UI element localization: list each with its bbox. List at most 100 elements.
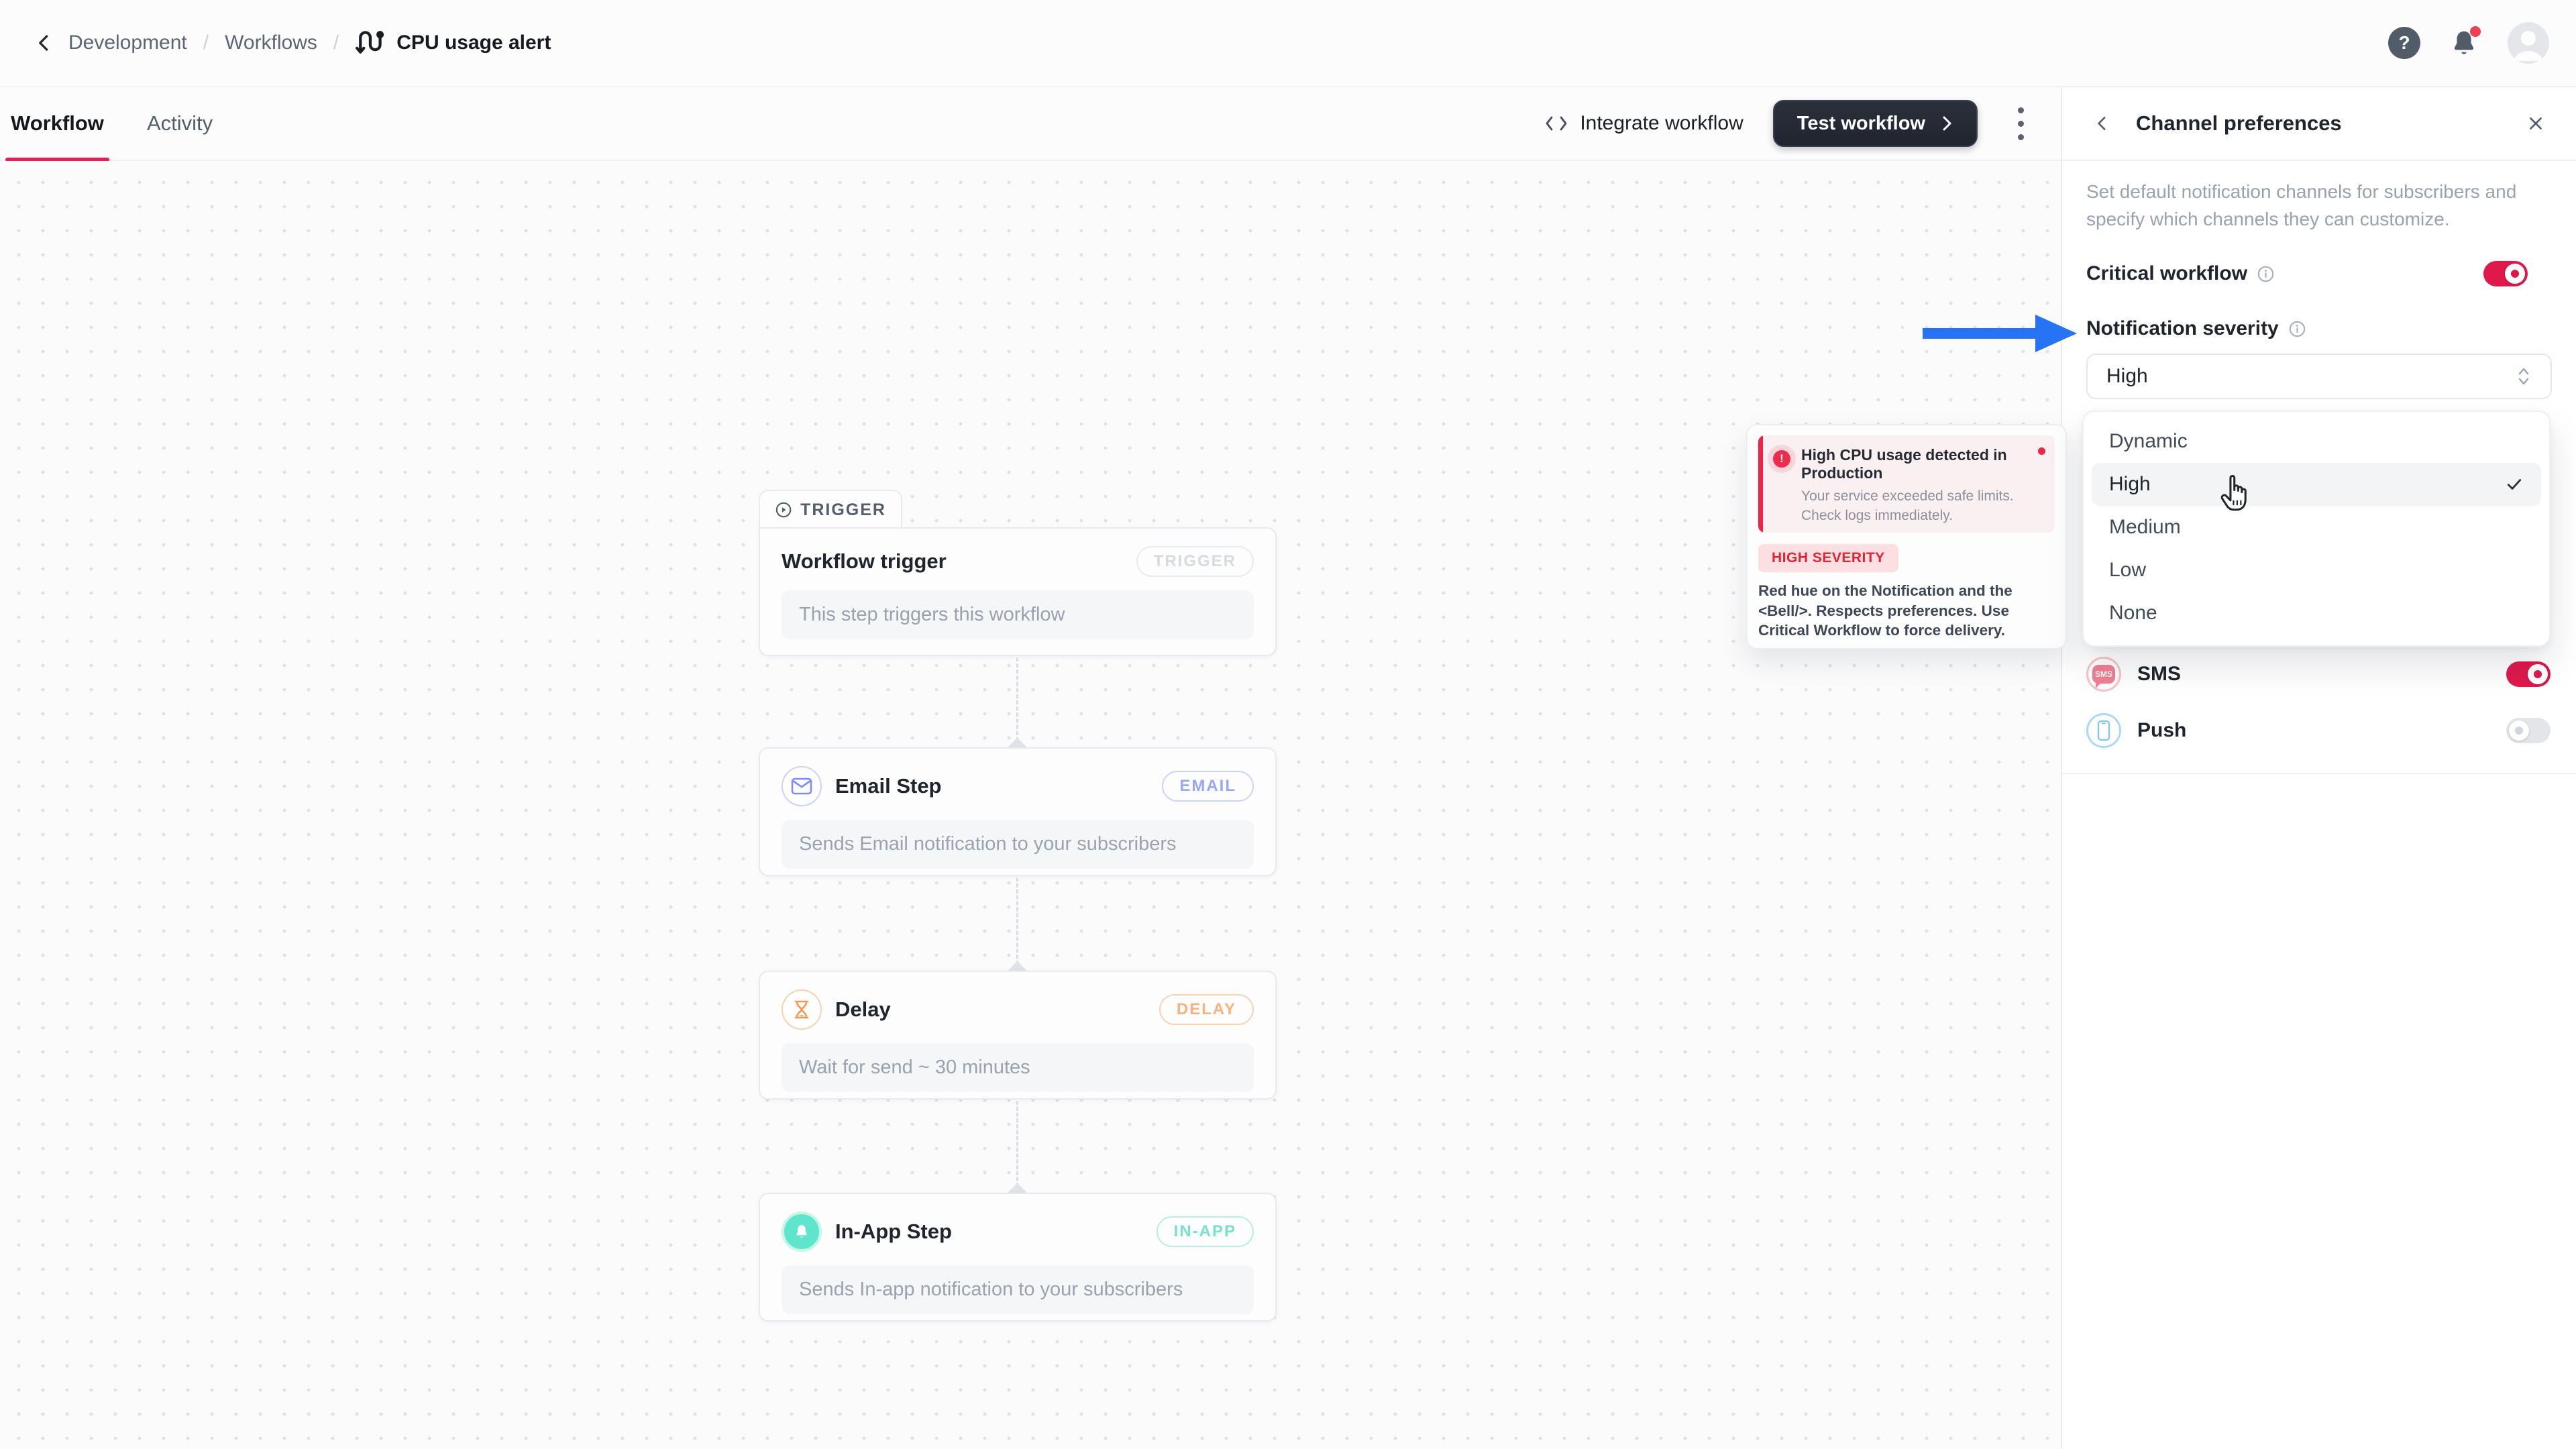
phone-icon [2097, 720, 2110, 741]
bell-icon [792, 1222, 811, 1241]
notifications-button[interactable] [2449, 28, 2479, 58]
toolbar-actions: Integrate workflow Test workflow [1545, 100, 2034, 147]
breadcrumb-workflows[interactable]: Workflows [225, 32, 317, 54]
integrate-workflow-label: Integrate workflow [1580, 112, 1743, 135]
info-icon[interactable] [2257, 265, 2275, 283]
alert-icon: ! [1773, 450, 1790, 468]
avatar[interactable] [2508, 22, 2549, 64]
option-none[interactable]: None [2092, 592, 2541, 635]
unread-dot [2038, 447, 2045, 455]
inapp-step-icon [782, 1212, 822, 1252]
check-icon [2505, 475, 2524, 494]
hand-pointer-cursor [2219, 474, 2254, 513]
panel-description: Set default notification channels for su… [2086, 178, 2552, 233]
option-low[interactable]: Low [2092, 549, 2541, 592]
step-card-inapp[interactable]: In-App Step IN-APP Sends In-app notifica… [759, 1193, 1277, 1322]
notification-title: High CPU usage detected in Production [1801, 446, 2043, 482]
edge-connector [1016, 877, 1018, 971]
step-badge: DELAY [1159, 994, 1254, 1025]
user-silhouette-icon [2508, 22, 2549, 64]
page-title: CPU usage alert [396, 32, 551, 54]
channel-toggle-list: SMS SMS Push [2086, 649, 2551, 755]
severity-select[interactable]: High [2086, 354, 2552, 399]
delay-step-icon [782, 989, 822, 1030]
step-card-trigger[interactable]: Workflow trigger TRIGGER This step trigg… [759, 527, 1277, 656]
workflow-editor-app: Development / Workflows / CPU usage aler… [0, 0, 2576, 1449]
option-label: Low [2109, 559, 2146, 582]
panel-close-button[interactable] [2521, 109, 2551, 138]
severity-select-value: High [2106, 365, 2148, 388]
more-options-button[interactable] [2007, 102, 2034, 145]
push-toggle[interactable] [2506, 718, 2551, 743]
breadcrumb-separator: / [203, 32, 209, 54]
tab-activity[interactable]: Activity [142, 87, 218, 160]
option-medium[interactable]: Medium [2092, 506, 2541, 549]
step-description: This step triggers this workflow [782, 590, 1254, 639]
severity-note: Red hue on the Notification and the <Bel… [1758, 581, 2055, 641]
step-description: Sends In-app notification to your subscr… [782, 1265, 1254, 1314]
panel-divider [2062, 773, 2576, 774]
help-button[interactable]: ? [2388, 27, 2420, 59]
code-icon [1545, 114, 1568, 133]
hourglass-icon [793, 1000, 810, 1020]
annotation-arrow [1923, 313, 2078, 354]
breadcrumb: Development / Workflows / CPU usage aler… [68, 28, 551, 58]
step-card-email[interactable]: Email Step EMAIL Sends Email notificatio… [759, 747, 1277, 876]
panel-header: Channel preferences [2062, 87, 2576, 161]
option-label: None [2109, 602, 2157, 625]
step-description: Sends Email notification to your subscri… [782, 820, 1254, 869]
step-title: Email Step [835, 774, 942, 798]
step-badge: IN-APP [1157, 1216, 1254, 1247]
workflow-canvas[interactable]: TRIGGER Workflow trigger TRIGGER This st… [0, 161, 2061, 1449]
severity-dropdown: Dynamic High Medium Low None [2082, 411, 2551, 647]
tab-workflow[interactable]: Workflow [5, 87, 109, 160]
chevron-right-icon [1940, 115, 1953, 132]
test-workflow-button[interactable]: Test workflow [1773, 100, 1978, 147]
close-icon [2527, 115, 2544, 132]
header-actions: ? [2388, 22, 2549, 64]
chevron-left-icon [2094, 115, 2111, 132]
step-title: In-App Step [835, 1220, 952, 1244]
integrate-workflow-button[interactable]: Integrate workflow [1545, 112, 1743, 135]
trigger-tab[interactable]: TRIGGER [759, 490, 902, 529]
breadcrumb-development[interactable]: Development [68, 32, 187, 54]
step-card-delay[interactable]: Delay DELAY Wait for send ~ 30 minutes [759, 971, 1277, 1099]
channel-preferences-panel: Channel preferences Set default notifica… [2061, 87, 2576, 1449]
severity-preview-tooltip: ! High CPU usage detected in Production … [1746, 424, 2067, 649]
severity-red-bar [1758, 435, 1763, 533]
critical-workflow-label: Critical workflow [2086, 262, 2247, 285]
panel-back-button[interactable] [2088, 109, 2117, 138]
workflow-toolbar: Workflow Activity Integrate workflow Tes… [0, 87, 2061, 161]
option-label: Dynamic [2109, 430, 2188, 453]
email-step-icon [782, 766, 822, 806]
edge-connector [1016, 657, 1018, 747]
edge-connector [1016, 1101, 1018, 1193]
back-button[interactable] [27, 25, 62, 60]
notification-severity-label: Notification severity [2086, 317, 2279, 340]
trigger-tab-label: TRIGGER [800, 500, 886, 520]
sms-bubble-icon: SMS [2092, 665, 2115, 684]
critical-workflow-toggle[interactable] [2483, 261, 2528, 286]
channel-row-push: Push [2086, 706, 2551, 755]
alert-icon-halo: ! [1768, 445, 1796, 473]
notification-preview: ! High CPU usage detected in Production … [1758, 435, 2055, 533]
sms-channel-icon: SMS [2086, 657, 2121, 692]
play-circle-icon [775, 499, 792, 521]
high-severity-badge: HIGH SEVERITY [1758, 544, 1898, 572]
channel-label: SMS [2137, 663, 2181, 686]
step-description: Wait for send ~ 30 minutes [782, 1043, 1254, 1092]
option-dynamic[interactable]: Dynamic [2092, 420, 2541, 463]
option-label: High [2109, 473, 2151, 496]
sms-toggle[interactable] [2506, 661, 2551, 687]
info-icon[interactable] [2288, 320, 2306, 338]
chevron-left-icon [34, 33, 54, 53]
notification-badge-dot [2470, 26, 2481, 37]
top-header: Development / Workflows / CPU usage aler… [0, 0, 2576, 87]
panel-title: Channel preferences [2136, 111, 2342, 136]
envelope-icon [791, 777, 812, 795]
option-high[interactable]: High [2092, 463, 2541, 506]
push-channel-icon [2086, 713, 2121, 748]
breadcrumb-separator: / [333, 32, 339, 54]
step-title: Workflow trigger [782, 549, 947, 574]
option-label: Medium [2109, 516, 2181, 539]
